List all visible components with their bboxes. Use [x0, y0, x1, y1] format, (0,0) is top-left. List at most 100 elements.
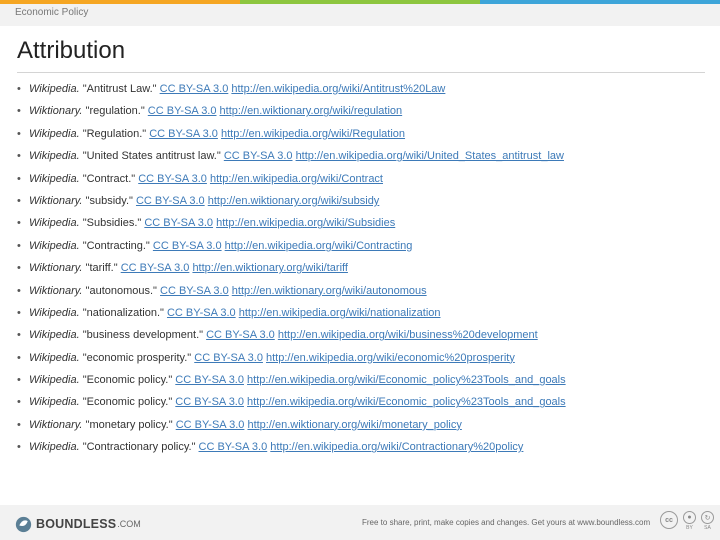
- article-title: "Regulation.": [79, 127, 150, 140]
- source-url-link[interactable]: http://en.wikipedia.org/wiki/Subsidies: [216, 217, 395, 229]
- article-title: "Contractionary policy.": [79, 441, 199, 454]
- article-title: "Contract.": [79, 172, 139, 185]
- bullet: •: [17, 83, 21, 95]
- article-title: "business development.": [79, 329, 207, 342]
- bullet: •: [17, 441, 21, 454]
- source-name: Wikipedia.: [29, 239, 80, 252]
- license-link[interactable]: CC BY-SA 3.0: [136, 195, 205, 207]
- source-url-link[interactable]: http://en.wikipedia.org/wiki/Contract: [210, 173, 383, 185]
- bullet: •: [17, 172, 21, 185]
- source-url-link[interactable]: http://en.wiktionary.org/wiki/subsidy: [208, 195, 380, 207]
- source-name: Wikipedia.: [29, 83, 80, 95]
- bullet: •: [17, 150, 21, 163]
- source-url-link[interactable]: http://en.wikipedia.org/wiki/Contracting: [225, 240, 413, 252]
- source-name: Wikipedia.: [29, 150, 80, 163]
- source-name: Wiktionary.: [29, 418, 83, 431]
- attribution-item: • Wikipedia. "Contractionary policy." CC …: [17, 440, 707, 462]
- license-link[interactable]: CC BY-SA 3.0: [199, 441, 268, 453]
- attribution-list: • Wikipedia. "Antitrust Law." CC BY-SA 3.…: [17, 82, 707, 463]
- source-name: Wikipedia.: [29, 351, 80, 364]
- bullet: •: [17, 374, 21, 387]
- attribution-item: • Wikipedia. "Contracting." CC BY-SA 3.0 …: [17, 239, 707, 261]
- license-link[interactable]: CC BY-SA 3.0: [160, 83, 229, 95]
- article-title: "economic prosperity.": [79, 351, 195, 364]
- bullet: •: [17, 217, 21, 230]
- source-name: Wikipedia.: [29, 441, 80, 454]
- creative-commons-badge[interactable]: cc ● BY ↻ SA: [660, 511, 714, 531]
- source-url-link[interactable]: http://en.wikipedia.org/wiki/Economic_po…: [247, 396, 566, 408]
- source-name: Wikipedia.: [29, 329, 80, 342]
- license-link[interactable]: CC BY-SA 3.0: [176, 419, 245, 431]
- boundless-logo[interactable]: BOUNDLESS .COM: [15, 515, 141, 533]
- license-link[interactable]: CC BY-SA 3.0: [121, 262, 190, 274]
- license-link[interactable]: CC BY-SA 3.0: [206, 329, 275, 341]
- license-link[interactable]: CC BY-SA 3.0: [160, 285, 229, 297]
- source-name: Wikipedia.: [29, 217, 80, 230]
- logo-domain: .COM: [117, 519, 141, 529]
- attribution-item: • Wiktionary. "subsidy." CC BY-SA 3.0 htt…: [17, 194, 707, 216]
- article-title: "regulation.": [82, 105, 148, 118]
- cc-icon: cc: [660, 511, 678, 529]
- bullet: •: [17, 105, 21, 118]
- source-name: Wikipedia.: [29, 127, 80, 140]
- source-name: Wiktionary.: [29, 284, 83, 297]
- attribution-item: • Wikipedia. "Regulation." CC BY-SA 3.0 h…: [17, 127, 707, 149]
- bullet: •: [17, 418, 21, 431]
- article-title: "monetary policy.": [82, 418, 176, 431]
- source-url-link[interactable]: http://en.wiktionary.org/wiki/autonomous: [232, 285, 427, 297]
- person-icon: ●: [683, 511, 696, 524]
- attribution-item: • Wiktionary. "autonomous." CC BY-SA 3.0 …: [17, 284, 707, 306]
- attribution-item: • Wiktionary. "regulation." CC BY-SA 3.0 …: [17, 104, 707, 126]
- title-divider: [17, 72, 705, 73]
- license-link[interactable]: CC BY-SA 3.0: [148, 105, 217, 117]
- cc-by: ● BY: [683, 511, 696, 531]
- source-url-link[interactable]: http://en.wikipedia.org/wiki/Regulation: [221, 128, 405, 140]
- source-url-link[interactable]: http://en.wikipedia.org/wiki/Antitrust%2…: [231, 83, 445, 95]
- license-link[interactable]: CC BY-SA 3.0: [144, 217, 213, 229]
- attribution-item: • Wikipedia. "Contract." CC BY-SA 3.0 htt…: [17, 172, 707, 194]
- bullet: •: [17, 284, 21, 297]
- source-url-link[interactable]: http://en.wikipedia.org/wiki/United_Stat…: [296, 150, 564, 162]
- article-title: "tariff.": [82, 262, 121, 275]
- attribution-item: • Wiktionary. "tariff." CC BY-SA 3.0 http…: [17, 261, 707, 283]
- source-url-link[interactable]: http://en.wikipedia.org/wiki/economic%20…: [266, 352, 515, 364]
- article-title: "nationalization.": [79, 306, 167, 319]
- source-name: Wiktionary.: [29, 262, 83, 275]
- share-alike-icon: ↻: [701, 511, 714, 524]
- article-title: "Economic policy.": [79, 374, 176, 387]
- source-url-link[interactable]: http://en.wikipedia.org/wiki/nationaliza…: [239, 307, 441, 319]
- source-url-link[interactable]: http://en.wikipedia.org/wiki/business%20…: [278, 329, 538, 341]
- bullet: •: [17, 262, 21, 275]
- license-link[interactable]: CC BY-SA 3.0: [194, 352, 263, 364]
- article-title: "Antitrust Law.": [79, 83, 160, 95]
- license-link[interactable]: CC BY-SA 3.0: [138, 173, 207, 185]
- source-name: Wikipedia.: [29, 306, 80, 319]
- cc-by-label: BY: [686, 525, 693, 531]
- license-link[interactable]: CC BY-SA 3.0: [175, 396, 244, 408]
- cc-sa-label: SA: [704, 525, 711, 531]
- source-url-link[interactable]: http://en.wiktionary.org/wiki/monetary_p…: [247, 419, 461, 431]
- bullet: •: [17, 127, 21, 140]
- source-url-link[interactable]: http://en.wiktionary.org/wiki/tariff: [192, 262, 348, 274]
- attribution-item: • Wikipedia. "business development." CC B…: [17, 328, 707, 350]
- license-link[interactable]: CC BY-SA 3.0: [175, 374, 244, 386]
- source-url-link[interactable]: http://en.wiktionary.org/wiki/regulation: [220, 105, 403, 117]
- source-url-link[interactable]: http://en.wikipedia.org/wiki/Contraction…: [270, 441, 523, 453]
- attribution-item: • Wikipedia. "Economic policy." CC BY-SA …: [17, 373, 707, 395]
- source-name: Wiktionary.: [29, 105, 83, 118]
- license-link[interactable]: CC BY-SA 3.0: [167, 307, 236, 319]
- bullet: •: [17, 194, 21, 207]
- course-title: Economic Policy: [15, 7, 89, 18]
- attribution-item: • Wiktionary. "monetary policy." CC BY-SA…: [17, 418, 707, 440]
- license-link[interactable]: CC BY-SA 3.0: [224, 150, 293, 162]
- source-name: Wikipedia.: [29, 396, 80, 409]
- source-url-link[interactable]: http://en.wikipedia.org/wiki/Economic_po…: [247, 374, 566, 386]
- license-link[interactable]: CC BY-SA 3.0: [153, 240, 222, 252]
- attribution-item: • Wikipedia. "Economic policy." CC BY-SA …: [17, 395, 707, 417]
- attribution-item: • Wikipedia. "Antitrust Law." CC BY-SA 3.…: [17, 82, 707, 104]
- attribution-item: • Wikipedia. "nationalization." CC BY-SA …: [17, 306, 707, 328]
- attribution-item: • Wikipedia. "Subsidies." CC BY-SA 3.0 ht…: [17, 216, 707, 238]
- license-link[interactable]: CC BY-SA 3.0: [149, 128, 218, 140]
- bullet: •: [17, 306, 21, 319]
- source-name: Wikipedia.: [29, 374, 80, 387]
